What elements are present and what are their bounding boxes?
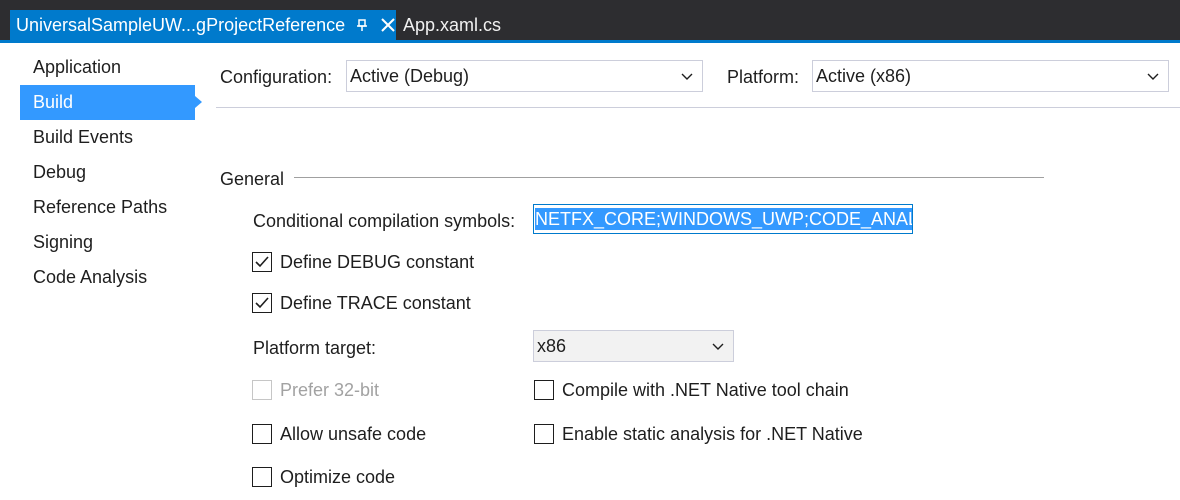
chevron-down-icon: [712, 343, 724, 350]
checkmark-icon: [255, 297, 269, 309]
nav-item-signing[interactable]: Signing: [20, 225, 195, 260]
tab-title: App.xaml.cs: [403, 14, 502, 35]
header-divider: [216, 107, 1180, 108]
tab-project-properties[interactable]: UniversalSampleUW...gProjectReference: [10, 10, 396, 40]
nav-item-build[interactable]: Build: [20, 85, 202, 120]
platform-target-dropdown[interactable]: x86: [533, 330, 734, 362]
chevron-down-icon: [1147, 73, 1159, 80]
chevron-down-icon: [681, 73, 693, 80]
conditional-symbols-value: NETFX_CORE;WINDOWS_UWP;CODE_ANALYSIS: [535, 208, 912, 230]
document-tab-strip: UniversalSampleUW...gProjectReference Ap…: [0, 0, 1180, 40]
pin-icon[interactable]: [354, 17, 370, 33]
nav-item-application[interactable]: Application: [20, 50, 195, 85]
nav-item-label: Reference Paths: [33, 197, 168, 217]
static-analysis-label: Enable static analysis for .NET Native: [562, 424, 863, 444]
platform-target-label: Platform target:: [253, 338, 377, 358]
nav-item-reference-paths[interactable]: Reference Paths: [20, 190, 195, 225]
net-native-toolchain-checkbox[interactable]: [534, 380, 554, 400]
nav-item-label: Build: [33, 92, 74, 112]
configuration-value: Active (Debug): [350, 65, 470, 86]
platform-value: Active (x86): [816, 65, 912, 86]
define-debug-checkbox[interactable]: [252, 252, 272, 272]
nav-item-label: Signing: [33, 232, 94, 252]
section-title-general: General: [220, 169, 285, 189]
nav-item-label: Application: [33, 57, 122, 77]
static-analysis-checkbox[interactable]: [534, 424, 554, 444]
nav-item-code-analysis[interactable]: Code Analysis: [20, 260, 195, 295]
tab-title: UniversalSampleUW...gProjectReference: [16, 14, 346, 35]
allow-unsafe-code-label: Allow unsafe code: [280, 424, 427, 444]
configuration-dropdown[interactable]: Active (Debug): [346, 60, 703, 92]
properties-nav: Application Build Build Events Debug Ref…: [20, 50, 202, 295]
platform-label: Platform:: [727, 67, 800, 87]
nav-item-build-events[interactable]: Build Events: [20, 120, 195, 155]
define-trace-label: Define TRACE constant: [280, 293, 471, 313]
selection-arrow-icon: [195, 96, 202, 108]
allow-unsafe-code-checkbox[interactable]: [252, 424, 272, 444]
nav-item-label: Code Analysis: [33, 267, 148, 287]
define-debug-label: Define DEBUG constant: [280, 252, 475, 272]
checkmark-icon: [255, 256, 269, 268]
close-icon[interactable]: [380, 17, 396, 33]
nav-item-debug[interactable]: Debug: [20, 155, 195, 190]
project-properties-page: Application Build Build Events Debug Ref…: [0, 43, 1180, 500]
conditional-symbols-label: Conditional compilation symbols:: [253, 211, 516, 231]
prefer-32-bit-label: Prefer 32-bit: [280, 380, 380, 400]
nav-item-label: Build Events: [33, 127, 134, 147]
nav-item-label: Debug: [33, 162, 87, 182]
tab-app-xaml-cs[interactable]: App.xaml.cs: [396, 10, 501, 40]
conditional-symbols-input[interactable]: NETFX_CORE;WINDOWS_UWP;CODE_ANALYSIS: [533, 204, 913, 234]
optimize-code-label: Optimize code: [280, 467, 396, 487]
prefer-32-bit-checkbox: [252, 380, 272, 400]
section-divider: [294, 177, 1044, 178]
platform-target-value: x86: [537, 335, 567, 356]
optimize-code-checkbox[interactable]: [252, 467, 272, 487]
platform-dropdown[interactable]: Active (x86): [812, 60, 1169, 92]
configuration-label: Configuration:: [220, 67, 333, 87]
net-native-toolchain-label: Compile with .NET Native tool chain: [562, 380, 849, 400]
define-trace-checkbox[interactable]: [252, 293, 272, 313]
